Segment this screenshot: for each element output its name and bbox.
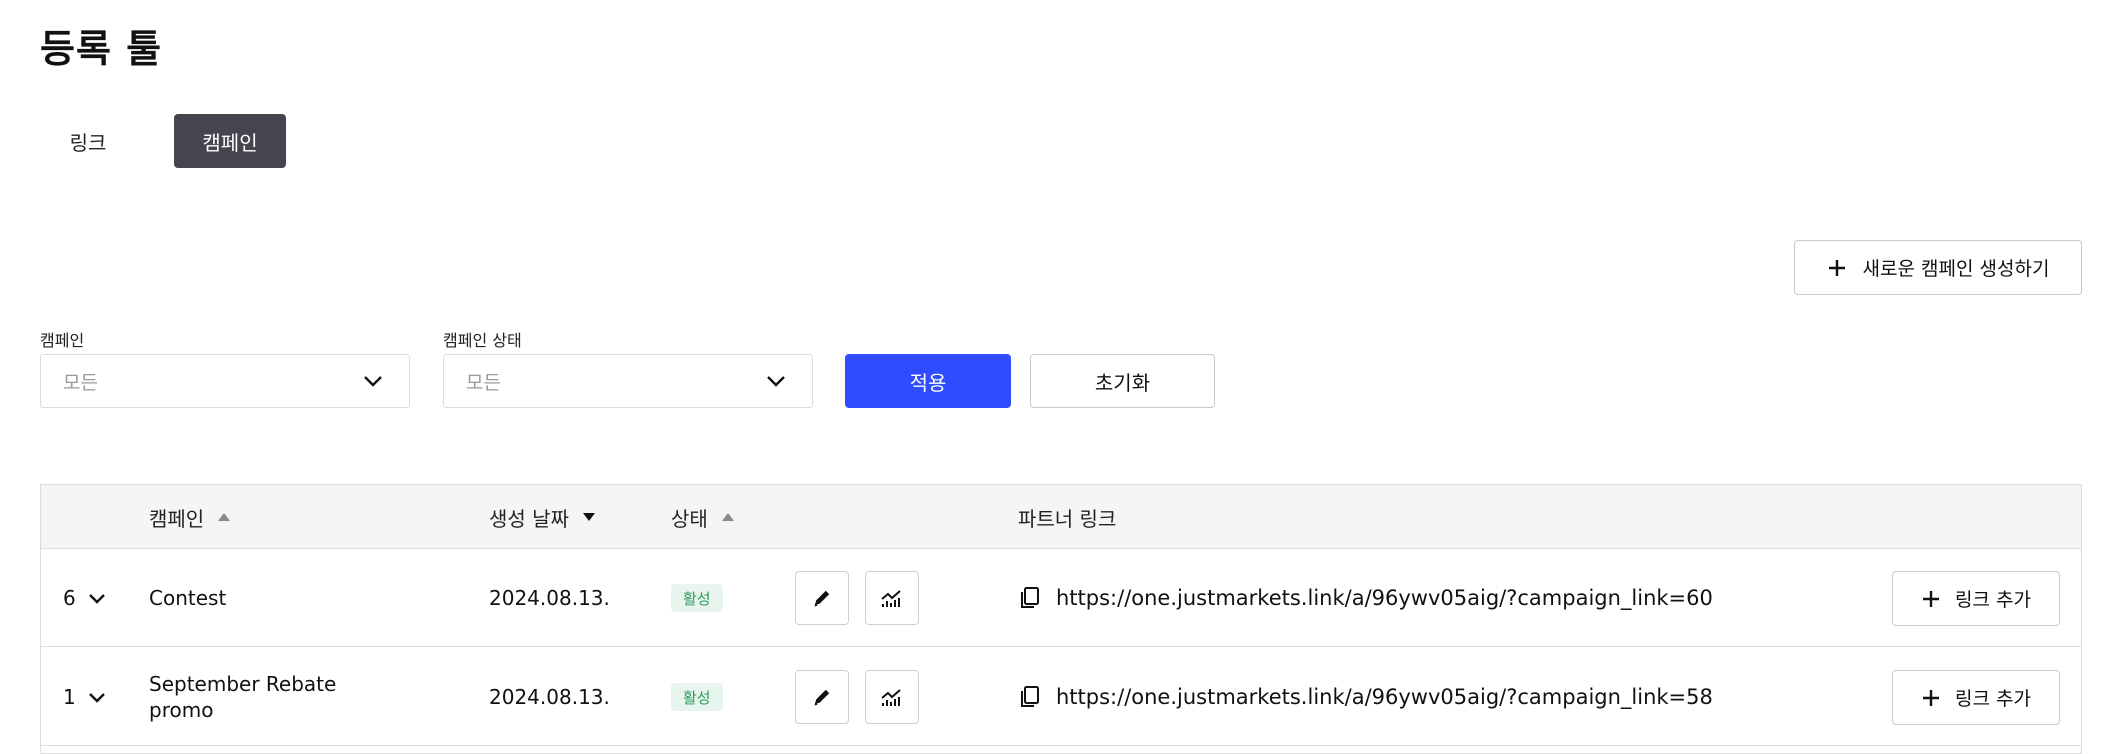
campaign-table: 캠페인 생성 날짜 상태 파트너 링크 6 Contest 2024.08.13… [40, 484, 2082, 754]
chart-icon [880, 686, 904, 708]
sort-down-icon [582, 513, 595, 521]
row-link-count: 6 [63, 586, 76, 610]
header-partner-link: 파트너 링크 [1018, 485, 1116, 549]
row-link-count: 1 [63, 685, 76, 709]
status-select[interactable]: 모든 [443, 354, 813, 408]
partner-link-url[interactable]: https://one.justmarkets.link/a/96ywv05ai… [1056, 586, 1713, 610]
sort-up-icon [218, 513, 231, 521]
campaign-filter-label: 캠페인 [40, 331, 85, 350]
plus-icon [1921, 688, 1941, 708]
partner-link-url[interactable]: https://one.justmarkets.link/a/96ywv05ai… [1056, 685, 1713, 709]
table-row: 6 Contest 2024.08.13. 활성 https://one.jus… [41, 549, 2081, 647]
add-link-label: 링크 추가 [1955, 688, 2031, 710]
header-partner-link-label: 파트너 링크 [1018, 506, 1117, 531]
chevron-down-icon [766, 375, 786, 387]
campaign-name: September Rebate promo [149, 672, 337, 722]
stats-button[interactable] [865, 670, 919, 724]
chevron-down-icon [88, 593, 106, 604]
add-link-button[interactable]: 링크 추가 [1892, 670, 2060, 725]
partner-link: https://one.justmarkets.link/a/96ywv05ai… [1018, 549, 1713, 647]
status-badge: 활성 [671, 683, 723, 711]
campaign-select-value: 모든 [63, 371, 98, 394]
tab-link[interactable]: 링크 [40, 114, 136, 168]
pencil-icon [811, 587, 833, 609]
chevron-down-icon [363, 375, 383, 387]
header-campaign[interactable]: 캠페인 [149, 485, 231, 549]
plus-icon [1827, 258, 1847, 278]
create-campaign-button[interactable]: 새로운 캠페인 생성하기 [1794, 240, 2082, 295]
plus-icon [1921, 589, 1941, 609]
table-row: 1 September Rebate promo 2024.08.13. 활성 … [41, 648, 2081, 746]
table-header: 캠페인 생성 날짜 상태 파트너 링크 [41, 485, 2081, 549]
edit-button[interactable] [795, 670, 849, 724]
header-created-date[interactable]: 생성 날짜 [489, 485, 595, 549]
copy-icon[interactable] [1018, 586, 1040, 610]
pencil-icon [811, 686, 833, 708]
created-date: 2024.08.13. [489, 685, 610, 709]
header-status[interactable]: 상태 [671, 485, 734, 549]
page-title: 등록 툴 [40, 27, 163, 71]
status-filter-label: 캠페인 상태 [443, 331, 522, 350]
create-campaign-label: 새로운 캠페인 생성하기 [1862, 258, 2050, 280]
partner-link: https://one.justmarkets.link/a/96ywv05ai… [1018, 648, 1713, 746]
stats-button[interactable] [865, 571, 919, 625]
row-expand-toggle[interactable]: 6 [63, 549, 106, 647]
status-badge: 활성 [671, 584, 723, 612]
row-expand-toggle[interactable]: 1 [63, 648, 106, 746]
created-date: 2024.08.13. [489, 586, 610, 610]
apply-button[interactable]: 적용 [845, 354, 1011, 408]
campaign-select[interactable]: 모든 [40, 354, 410, 408]
sort-up-icon [721, 513, 734, 521]
add-link-label: 링크 추가 [1955, 589, 2031, 611]
reset-button[interactable]: 초기화 [1030, 354, 1215, 408]
campaign-name: Contest [149, 586, 227, 610]
copy-icon[interactable] [1018, 685, 1040, 709]
header-status-label: 상태 [671, 506, 708, 531]
chart-icon [880, 587, 904, 609]
header-created-label: 생성 날짜 [489, 506, 569, 531]
add-link-button[interactable]: 링크 추가 [1892, 571, 2060, 626]
chevron-down-icon [88, 692, 106, 703]
edit-button[interactable] [795, 571, 849, 625]
tab-campaign[interactable]: 캠페인 [174, 114, 286, 168]
header-campaign-label: 캠페인 [149, 506, 205, 531]
status-select-value: 모든 [466, 371, 501, 394]
